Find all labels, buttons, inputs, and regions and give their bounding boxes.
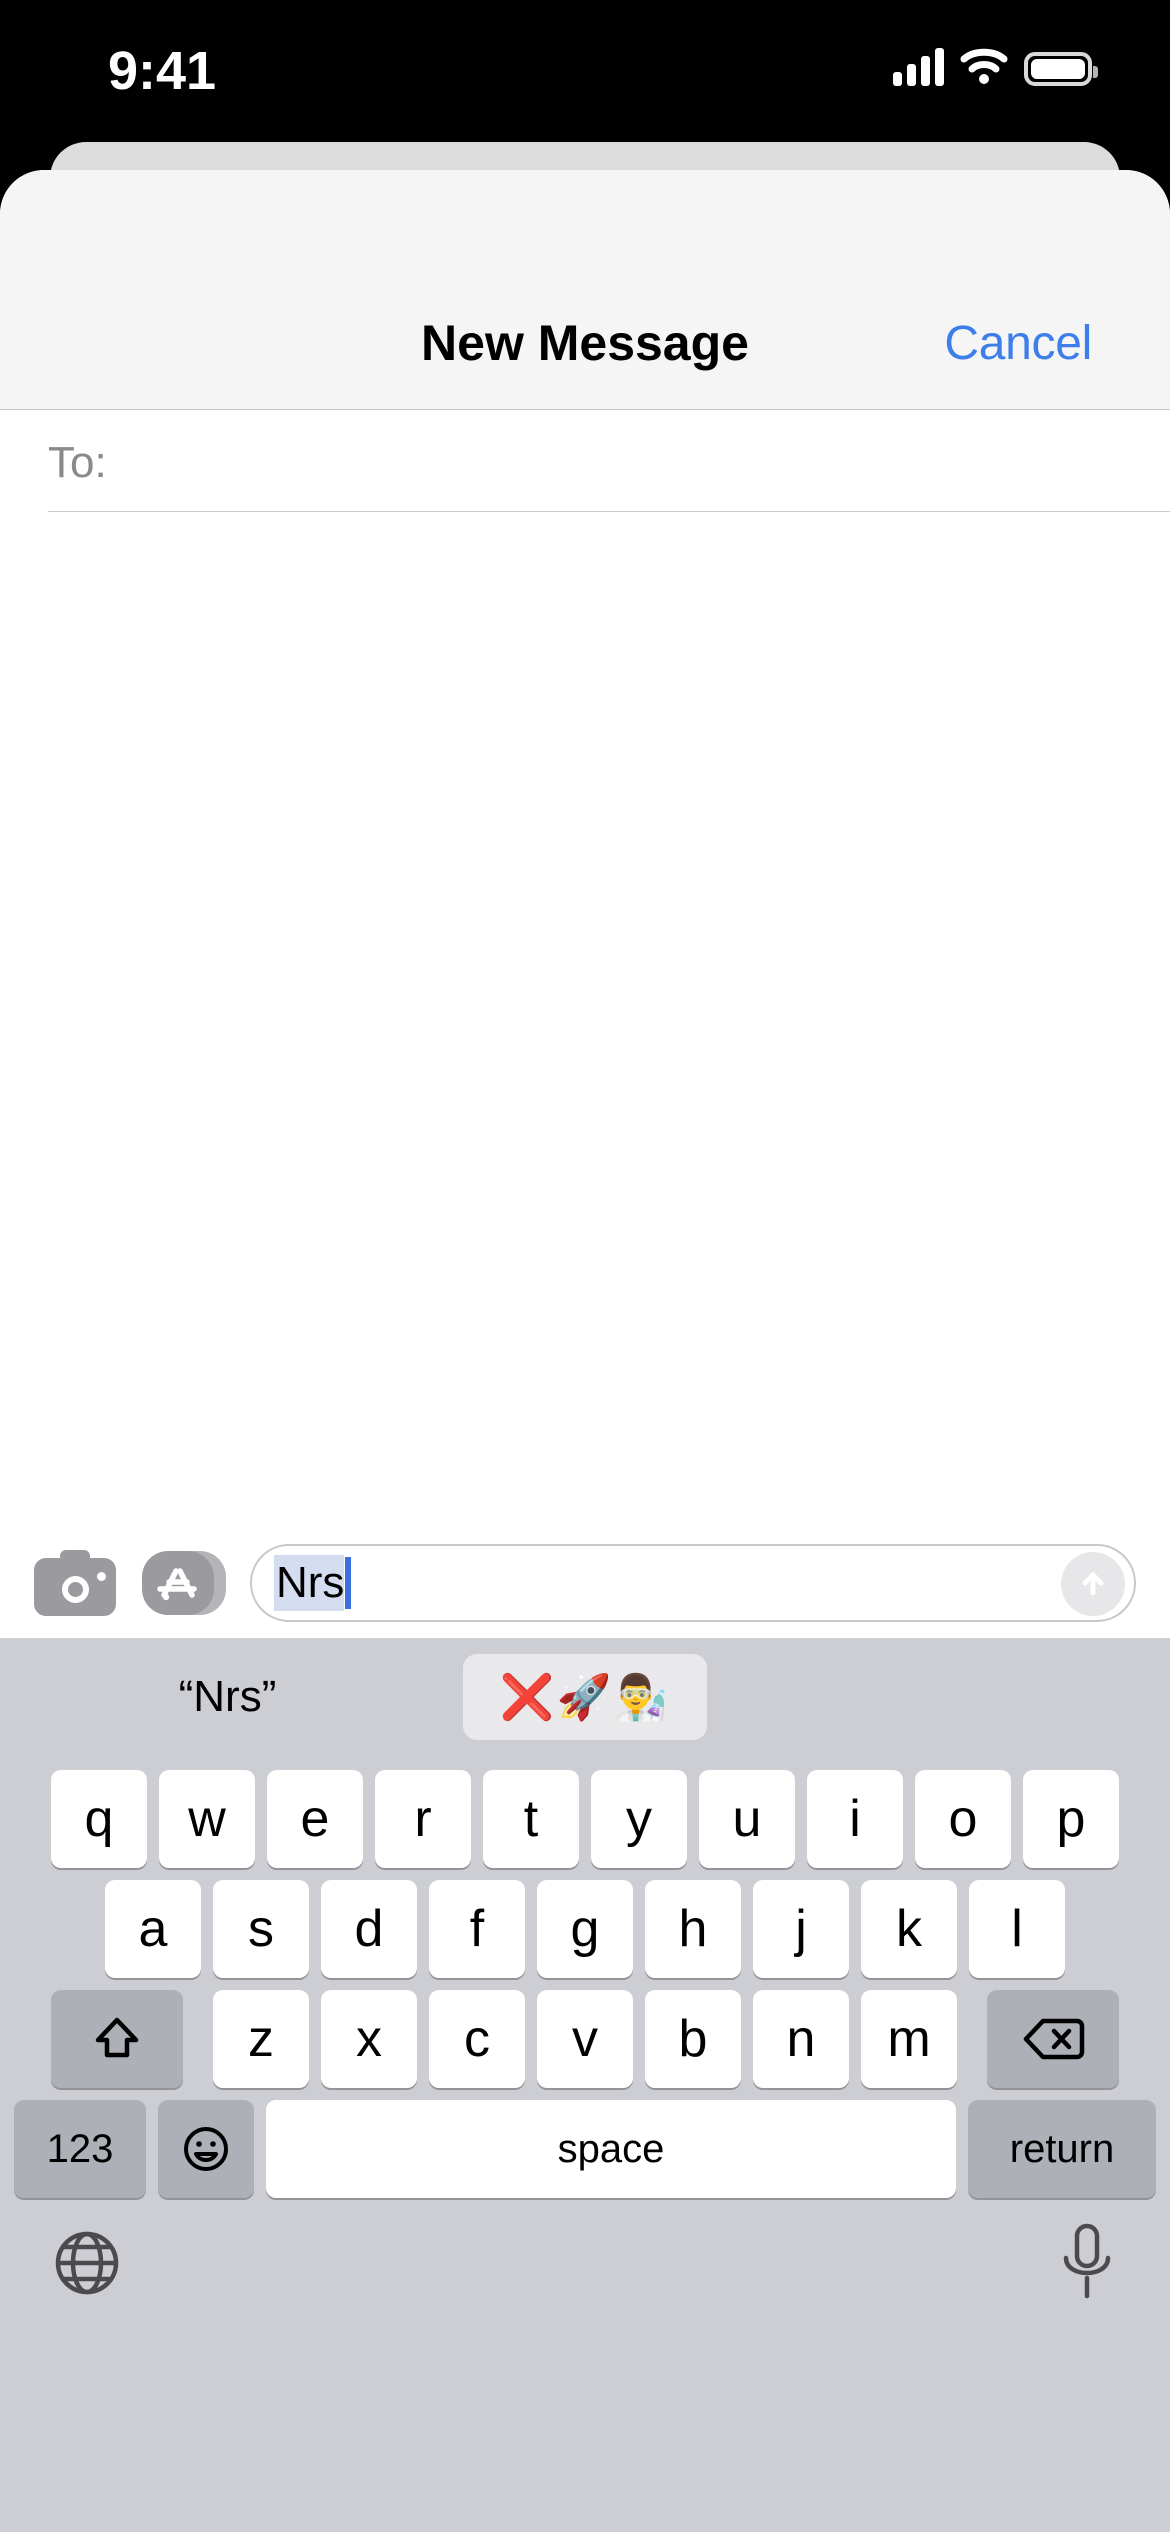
space-key[interactable]: space bbox=[266, 2100, 956, 2198]
backspace-key[interactable] bbox=[987, 1990, 1119, 2088]
arrow-up-icon bbox=[1082, 1571, 1104, 1596]
prediction-candidate-3[interactable] bbox=[715, 1654, 1170, 1740]
to-label: To: bbox=[48, 438, 107, 487]
key-j[interactable]: j bbox=[753, 1880, 849, 1978]
shift-arrow-icon bbox=[95, 2017, 139, 2058]
numbers-key[interactable]: 123 bbox=[14, 2100, 146, 2198]
keyboard-row-4: 123 space return bbox=[0, 2088, 1170, 2198]
conversation-area bbox=[0, 512, 1170, 1528]
cellular-bars-icon bbox=[893, 44, 944, 86]
keyboard-utility-row bbox=[0, 2198, 1170, 2358]
key-m[interactable]: m bbox=[861, 1990, 957, 2088]
key-r[interactable]: r bbox=[375, 1770, 471, 1868]
backspace-delete-icon bbox=[1023, 2018, 1085, 2060]
key-z[interactable]: z bbox=[213, 1990, 309, 2088]
new-message-sheet: New Message Cancel To: bbox=[0, 170, 1170, 2532]
key-t[interactable]: t bbox=[483, 1770, 579, 1868]
predictive-text-bar: “Nrs” ❌🚀👨‍🔬 bbox=[0, 1638, 1170, 1756]
microphone-icon[interactable] bbox=[1056, 2220, 1118, 2311]
wifi-icon bbox=[960, 46, 1008, 86]
key-q[interactable]: q bbox=[51, 1770, 147, 1868]
key-u[interactable]: u bbox=[699, 1770, 795, 1868]
cancel-button[interactable]: Cancel bbox=[944, 316, 1092, 371]
divider bbox=[48, 510, 1170, 512]
key-c[interactable]: c bbox=[429, 1990, 525, 2088]
key-e[interactable]: e bbox=[267, 1770, 363, 1868]
text-cursor bbox=[345, 1557, 352, 1609]
key-f[interactable]: f bbox=[429, 1880, 525, 1978]
smiley-face-icon bbox=[184, 2127, 228, 2171]
app-store-icon[interactable] bbox=[142, 1548, 228, 1618]
return-key[interactable]: return bbox=[968, 2100, 1156, 2198]
key-l[interactable]: l bbox=[969, 1880, 1065, 1978]
emoji-key[interactable] bbox=[158, 2100, 254, 2198]
key-d[interactable]: d bbox=[321, 1880, 417, 1978]
key-n[interactable]: n bbox=[753, 1990, 849, 2088]
globe-language-icon[interactable] bbox=[50, 2226, 124, 2305]
message-text-field[interactable]: Nrs bbox=[250, 1544, 1136, 1622]
prediction-candidate-1[interactable]: “Nrs” bbox=[0, 1654, 455, 1740]
keyboard-row-2: a s d f g h j k l bbox=[0, 1868, 1170, 1978]
status-bar-indicators bbox=[893, 44, 1098, 86]
key-o[interactable]: o bbox=[915, 1770, 1011, 1868]
keyboard-row-3: z x c v b n m bbox=[0, 1978, 1170, 2088]
keyboard-row-1: q w e r t y u i o p bbox=[0, 1756, 1170, 1868]
message-input-bar: Nrs bbox=[0, 1528, 1170, 1638]
status-bar-time: 9:41 bbox=[108, 41, 217, 101]
shift-key[interactable] bbox=[51, 1990, 183, 2088]
camera-icon[interactable] bbox=[34, 1550, 116, 1616]
key-s[interactable]: s bbox=[213, 1880, 309, 1978]
key-b[interactable]: b bbox=[645, 1990, 741, 2088]
iphone-screen: 9:41 New Message Cancel To: Nrs “Nrs” ❌🚀… bbox=[0, 0, 1170, 2532]
status-bar: 9:41 bbox=[0, 0, 1170, 142]
key-a[interactable]: a bbox=[105, 1880, 201, 1978]
key-v[interactable]: v bbox=[537, 1990, 633, 2088]
key-y[interactable]: y bbox=[591, 1770, 687, 1868]
navigation-bar: New Message Cancel bbox=[0, 170, 1170, 410]
key-g[interactable]: g bbox=[537, 1880, 633, 1978]
on-screen-keyboard: “Nrs” ❌🚀👨‍🔬 q w e r t y u i o p bbox=[0, 1638, 1170, 2532]
key-h[interactable]: h bbox=[645, 1880, 741, 1978]
key-w[interactable]: w bbox=[159, 1770, 255, 1868]
key-k[interactable]: k bbox=[861, 1880, 957, 1978]
key-i[interactable]: i bbox=[807, 1770, 903, 1868]
key-x[interactable]: x bbox=[321, 1990, 417, 2088]
prediction-candidate-2[interactable]: ❌🚀👨‍🔬 bbox=[463, 1654, 707, 1740]
key-p[interactable]: p bbox=[1023, 1770, 1119, 1868]
message-input-value: Nrs bbox=[274, 1555, 345, 1611]
battery-full-icon bbox=[1024, 52, 1098, 86]
send-button[interactable] bbox=[1061, 1552, 1125, 1616]
recipient-row[interactable]: To: bbox=[0, 410, 1170, 512]
prediction-candidate-2-label: ❌🚀👨‍🔬 bbox=[499, 1673, 671, 1722]
